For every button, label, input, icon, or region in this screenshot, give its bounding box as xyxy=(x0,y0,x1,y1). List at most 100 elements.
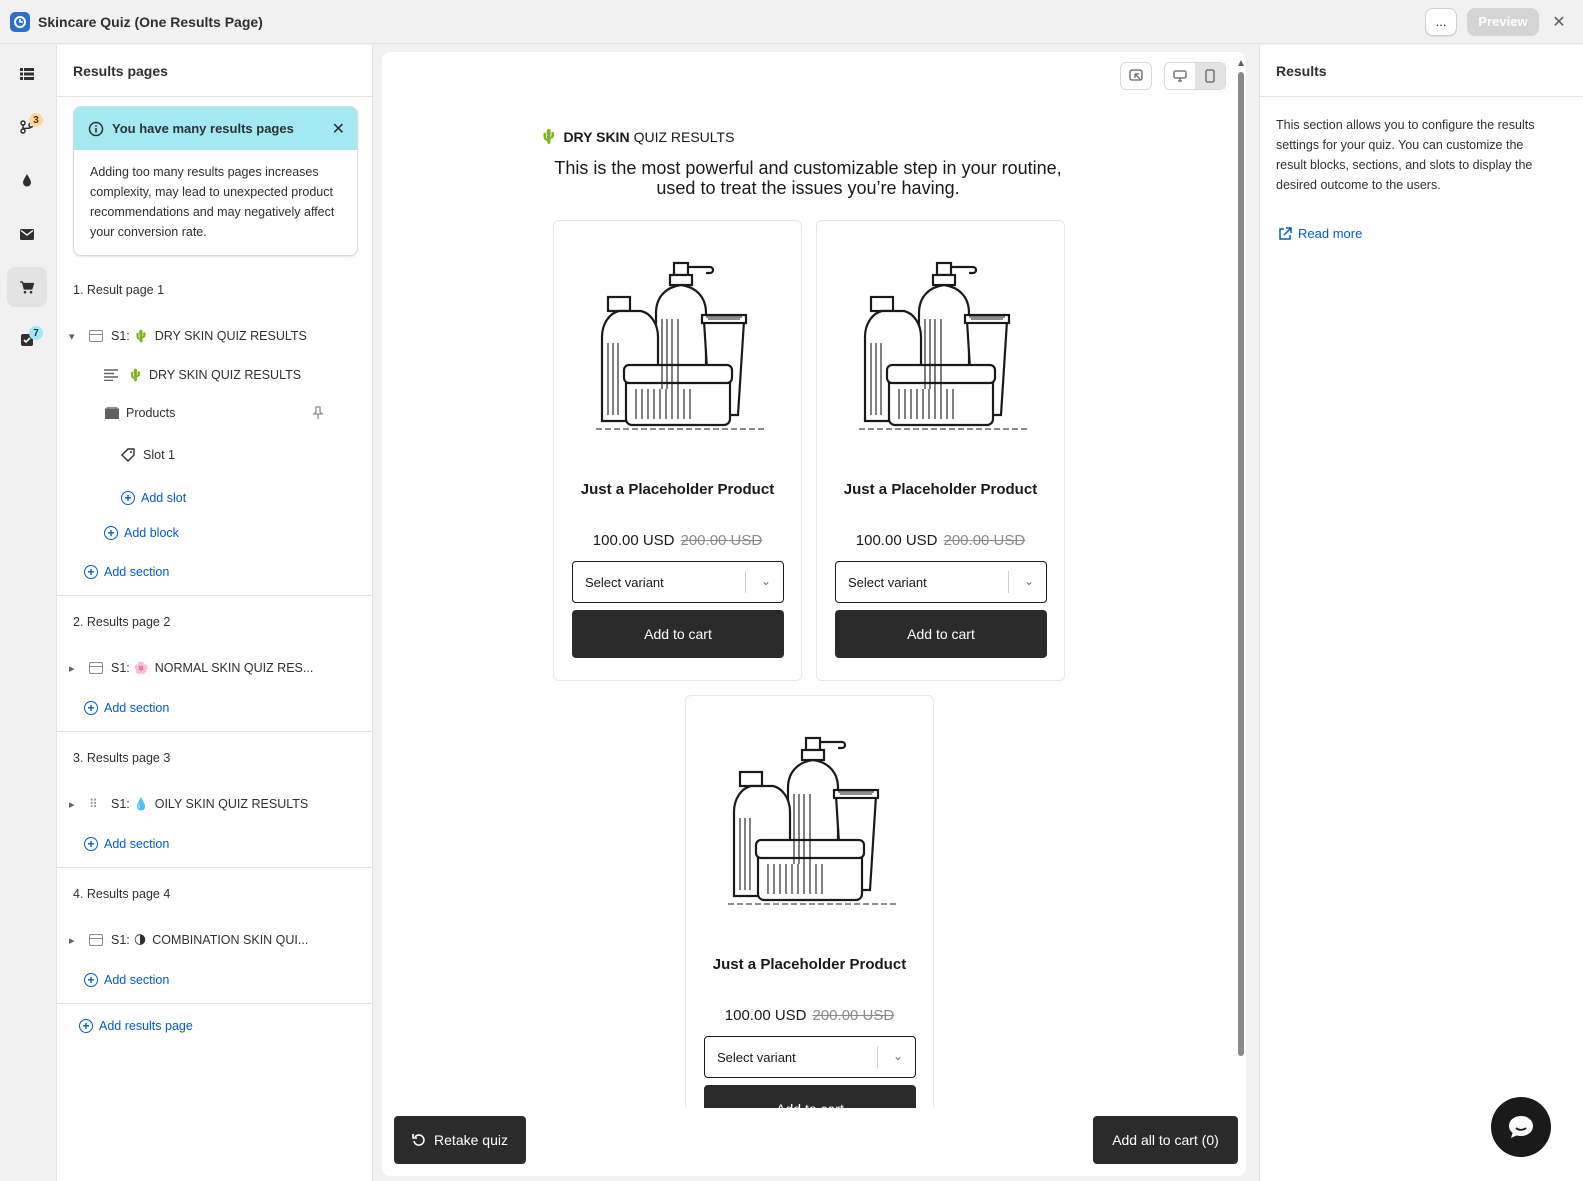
compare-price: 200.00 USD xyxy=(680,532,763,549)
info-icon xyxy=(88,121,104,136)
text-block-icon xyxy=(104,369,118,381)
tasks-badge: 7 xyxy=(29,326,43,340)
tag-icon xyxy=(121,448,135,462)
block-row-products[interactable]: Products xyxy=(104,406,324,420)
plus-circle-icon: + xyxy=(84,973,98,987)
plus-circle-icon: + xyxy=(121,491,135,505)
cart-icon xyxy=(20,280,34,293)
chevron-down-icon: ⌄ xyxy=(760,574,771,588)
section-name: DRY SKIN QUIZ RESULTS xyxy=(154,329,307,343)
chevron-right-icon[interactable]: ▸ xyxy=(69,798,83,811)
product-price: 100.00 USD 200.00 USD xyxy=(817,532,1064,549)
device-toggle[interactable] xyxy=(1164,62,1226,90)
add-section-label: Add section xyxy=(104,973,170,987)
chevron-right-icon[interactable]: ▸ xyxy=(69,662,83,675)
add-section-button-page-4[interactable]: + Add section xyxy=(84,973,169,987)
plus-circle-icon: + xyxy=(104,526,118,540)
block-products-label: Products xyxy=(126,406,176,420)
divider xyxy=(57,731,373,732)
retake-icon xyxy=(412,1134,425,1146)
cactus-emoji: 🌵 xyxy=(128,368,143,382)
section-row-page-1[interactable]: ▾ S1: 🌵 DRY SKIN QUIZ RESULTS xyxy=(69,329,307,343)
add-all-to-cart-button[interactable]: Add all to cart (0) xyxy=(1093,1116,1238,1164)
slot-row[interactable]: Slot 1 xyxy=(121,448,175,462)
results-page-1-heading: 1. Result page 1 xyxy=(73,283,165,297)
variant-placeholder: Select variant xyxy=(717,1049,796,1065)
product-name: Just a Placeholder Product xyxy=(580,481,775,498)
add-block-button[interactable]: + Add block xyxy=(104,526,179,540)
droplet-emoji: 💧 xyxy=(133,797,149,811)
preview-scrollbar[interactable] xyxy=(1238,60,1244,1056)
mobile-icon[interactable] xyxy=(1195,63,1225,89)
rail-item-email[interactable] xyxy=(7,214,47,254)
add-results-page-button[interactable]: + Add results page xyxy=(79,1019,193,1033)
section-row-page-4[interactable]: ▸ S1: 🌗 COMBINATION SKIN QUI... xyxy=(69,933,308,947)
rail-item-tasks[interactable]: 7 xyxy=(7,320,47,360)
chevron-right-icon[interactable]: ▸ xyxy=(69,934,83,947)
inspect-icon[interactable] xyxy=(1121,63,1151,89)
variant-placeholder: Select variant xyxy=(848,574,927,590)
close-icon[interactable]: ✕ xyxy=(1549,12,1569,32)
section-row-page-3[interactable]: ▸ ⠿ S1: 💧 OILY SKIN QUIZ RESULTS xyxy=(69,797,308,811)
section-icon xyxy=(89,662,103,674)
add-slot-button[interactable]: + Add slot xyxy=(121,491,186,505)
rail-item-questions[interactable] xyxy=(7,54,47,94)
results-page-4-heading: 4. Results page 4 xyxy=(73,887,171,901)
variant-select[interactable]: Select variant ⌄ xyxy=(835,561,1047,603)
read-more-link[interactable]: Read more xyxy=(1278,226,1362,241)
product-image xyxy=(728,736,898,905)
inspect-toggle[interactable] xyxy=(1120,62,1152,90)
cactus-emoji: 🌵 xyxy=(540,128,558,144)
chevron-down-icon[interactable]: ▾ xyxy=(69,330,83,343)
compare-price: 200.00 USD xyxy=(943,532,1026,549)
drag-handle-icon[interactable]: ⠿ xyxy=(89,797,103,811)
section-icon xyxy=(89,330,103,342)
preview-button[interactable]: Preview xyxy=(1467,7,1539,36)
product-price: 100.00 USD 200.00 USD xyxy=(686,1007,933,1024)
add-section-button-page-1[interactable]: + Add section xyxy=(84,565,169,579)
cactus-emoji: 🌵 xyxy=(133,329,149,343)
read-more-label: Read more xyxy=(1298,226,1363,241)
results-page-3-heading: 3. Results page 3 xyxy=(73,751,171,765)
product-card: Just a Placeholder Product 100.00 USD 200… xyxy=(685,695,934,1156)
retake-quiz-button[interactable]: Retake quiz xyxy=(394,1116,526,1164)
chat-support-button[interactable] xyxy=(1491,1097,1551,1157)
section-label: S1: xyxy=(111,661,130,675)
logic-badge: 3 xyxy=(29,113,43,127)
section-label: S1: xyxy=(111,797,130,811)
scroll-thumb[interactable] xyxy=(1238,72,1244,1056)
rail-item-results[interactable] xyxy=(7,267,47,307)
rail-item-logic[interactable]: 3 xyxy=(7,107,47,147)
desktop-icon[interactable] xyxy=(1165,63,1195,89)
plus-circle-icon: + xyxy=(79,1019,93,1033)
pin-icon[interactable] xyxy=(312,406,324,420)
plus-circle-icon: + xyxy=(84,837,98,851)
settings-panel: Results This section allows you to confi… xyxy=(1259,45,1583,1181)
block-text-label: DRY SKIN QUIZ RESULTS xyxy=(148,368,302,382)
add-section-button-page-3[interactable]: + Add section xyxy=(84,837,169,851)
add-to-cart-button[interactable]: Add to cart xyxy=(835,610,1047,658)
more-actions-button[interactable]: ... xyxy=(1425,7,1457,36)
settings-description: This section allows you to configure the… xyxy=(1276,118,1535,192)
product-card: Just a Placeholder Product 100.00 USD 200… xyxy=(816,220,1065,681)
rail-item-design[interactable] xyxy=(7,160,47,200)
scroll-up-icon[interactable] xyxy=(1238,60,1244,66)
external-link-icon xyxy=(1279,226,1292,240)
variant-select[interactable]: Select variant ⌄ xyxy=(572,561,784,603)
nav-rail: 3 7 xyxy=(0,45,57,1181)
add-to-cart-button[interactable]: Add to cart xyxy=(572,610,784,658)
block-row-text[interactable]: 🌵 DRY SKIN QUIZ RESULTS xyxy=(104,368,301,382)
half-moon-emoji: 🌗 xyxy=(133,933,147,947)
section-row-page-2[interactable]: ▸ S1: 🌸 NORMAL SKIN QUIZ RES... xyxy=(69,661,313,675)
divider xyxy=(57,867,373,868)
variant-select[interactable]: Select variant ⌄ xyxy=(704,1036,916,1078)
compare-price: 200.00 USD xyxy=(812,1007,895,1024)
banner-close-icon[interactable]: ✕ xyxy=(332,119,345,139)
title-bold: DRY SKIN xyxy=(563,128,630,145)
add-section-button-page-2[interactable]: + Add section xyxy=(84,701,169,715)
box-icon xyxy=(105,407,119,419)
price-value: 100.00 USD xyxy=(724,1007,807,1024)
results-page-2-heading: 2. Results page 2 xyxy=(73,615,171,629)
retake-label: Retake quiz xyxy=(434,1132,508,1148)
section-icon xyxy=(89,934,103,946)
